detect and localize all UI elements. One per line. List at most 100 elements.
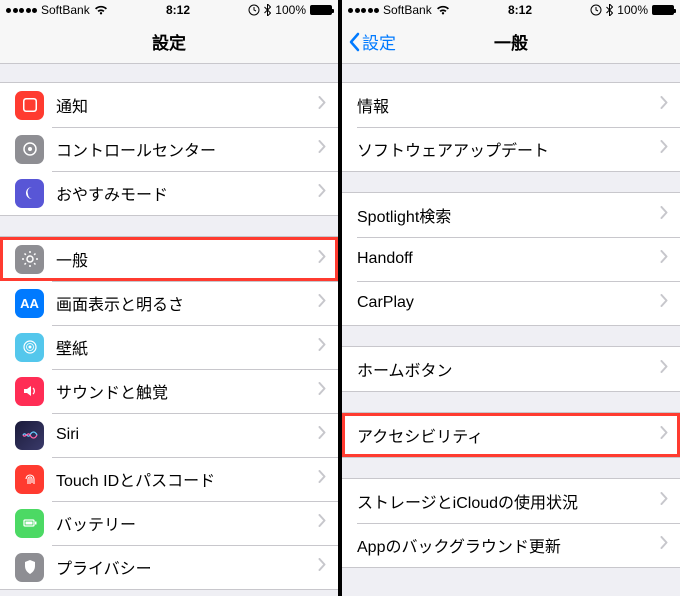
row-label: 壁紙 <box>56 335 318 359</box>
row-label: 通知 <box>56 93 318 117</box>
row-carplay[interactable]: CarPlay <box>342 281 680 325</box>
carrier-label: SoftBank <box>383 3 432 17</box>
battery-icon <box>310 5 332 15</box>
chevron-right-icon <box>318 514 326 532</box>
siri-icon <box>15 421 44 450</box>
row-label: ホームボタン <box>357 357 660 381</box>
row-background-refresh[interactable]: Appのバックグラウンド更新 <box>342 523 680 567</box>
chevron-right-icon <box>660 492 668 510</box>
row-label: サウンドと触覚 <box>56 379 318 403</box>
row-notifications[interactable]: 通知 <box>0 83 338 127</box>
chevron-right-icon <box>318 338 326 356</box>
chevron-right-icon <box>318 470 326 488</box>
row-touch-id[interactable]: Touch IDとパスコード <box>0 457 338 501</box>
row-software-update[interactable]: ソフトウェアアップデート <box>342 127 680 171</box>
carrier-label: SoftBank <box>41 3 90 17</box>
row-general[interactable]: 一般 <box>0 237 338 281</box>
clock: 8:12 <box>166 3 190 17</box>
signal-dots-icon <box>348 8 379 13</box>
row-privacy[interactable]: プライバシー <box>0 545 338 589</box>
phone-settings: SoftBank 8:12 100% 設定 通知コントロールセンターおやすみモー… <box>0 0 338 596</box>
clock: 8:12 <box>508 3 532 17</box>
battery-pct: 100% <box>275 3 306 17</box>
row-label: Handoff <box>357 250 660 268</box>
dnd-icon <box>15 179 44 208</box>
gen-icon <box>15 245 44 274</box>
row-label: Touch IDとパスコード <box>56 467 318 491</box>
wifi-icon <box>436 5 450 15</box>
bluetooth-icon <box>606 4 613 16</box>
row-label: Appのバックグラウンド更新 <box>357 533 660 557</box>
row-about[interactable]: 情報 <box>342 83 680 127</box>
row-display-brightness[interactable]: AA 画面表示と明るさ <box>0 281 338 325</box>
chevron-left-icon <box>348 32 360 52</box>
status-bar: SoftBank 8:12 100% <box>0 0 338 20</box>
row-wallpaper[interactable]: 壁紙 <box>0 325 338 369</box>
row-label: ソフトウェアアップデート <box>357 137 660 161</box>
row-do-not-disturb[interactable]: おやすみモード <box>0 171 338 215</box>
chevron-right-icon <box>660 536 668 554</box>
chevron-right-icon <box>318 426 326 444</box>
row-label: コントロールセンター <box>56 137 318 161</box>
nav-bar: 設定 一般 <box>342 20 680 64</box>
chevron-right-icon <box>660 426 668 444</box>
row-label: プライバシー <box>56 555 318 579</box>
chevron-right-icon <box>660 294 668 312</box>
batt-icon <box>15 509 44 538</box>
signal-dots-icon <box>6 8 37 13</box>
row-spotlight[interactable]: Spotlight検索 <box>342 193 680 237</box>
cc-icon <box>15 135 44 164</box>
row-label: おやすみモード <box>56 181 318 205</box>
chevron-right-icon <box>318 96 326 114</box>
row-label: バッテリー <box>56 511 318 535</box>
disp-icon: AA <box>15 289 44 318</box>
row-accessibility[interactable]: アクセシビリティ <box>342 413 680 457</box>
chevron-right-icon <box>660 140 668 158</box>
row-handoff[interactable]: Handoff <box>342 237 680 281</box>
chevron-right-icon <box>318 294 326 312</box>
bluetooth-icon <box>264 4 271 16</box>
notif-icon <box>15 91 44 120</box>
chevron-right-icon <box>318 382 326 400</box>
chevron-right-icon <box>660 96 668 114</box>
row-label: 一般 <box>56 247 318 271</box>
sound-icon <box>15 377 44 406</box>
back-button[interactable]: 設定 <box>348 29 396 54</box>
row-sounds[interactable]: サウンドと触覚 <box>0 369 338 413</box>
status-bar: SoftBank 8:12 100% <box>342 0 680 20</box>
chevron-right-icon <box>660 206 668 224</box>
row-label: 画面表示と明るさ <box>56 291 318 315</box>
wifi-icon <box>94 5 108 15</box>
chevron-right-icon <box>318 558 326 576</box>
page-title: 一般 <box>494 29 528 54</box>
chevron-right-icon <box>318 140 326 158</box>
row-label: ストレージとiCloudの使用状況 <box>357 489 660 513</box>
touch-icon <box>15 465 44 494</box>
row-label: CarPlay <box>357 294 660 312</box>
nav-bar: 設定 <box>0 20 338 64</box>
settings-list[interactable]: 通知コントロールセンターおやすみモード一般 AA 画面表示と明るさ壁紙サウンドと触覚… <box>0 64 338 596</box>
row-label: アクセシビリティ <box>357 423 660 447</box>
battery-icon <box>652 5 674 15</box>
wall-icon <box>15 333 44 362</box>
chevron-right-icon <box>660 360 668 378</box>
rotation-lock-icon <box>248 4 260 16</box>
phone-general: SoftBank 8:12 100% 設定 一般 情報ソフトウェアアップデート S… <box>342 0 680 596</box>
row-storage-icloud[interactable]: ストレージとiCloudの使用状況 <box>342 479 680 523</box>
chevron-right-icon <box>318 184 326 202</box>
chevron-right-icon <box>660 250 668 268</box>
page-title: 設定 <box>152 29 186 54</box>
row-home-button[interactable]: ホームボタン <box>342 347 680 391</box>
row-control-center[interactable]: コントロールセンター <box>0 127 338 171</box>
general-list[interactable]: 情報ソフトウェアアップデート Spotlight検索 Handoff CarPlay ホ… <box>342 64 680 596</box>
row-label: Spotlight検索 <box>357 203 660 227</box>
priv-icon <box>15 553 44 582</box>
chevron-right-icon <box>318 250 326 268</box>
back-label: 設定 <box>362 29 396 54</box>
row-battery[interactable]: バッテリー <box>0 501 338 545</box>
rotation-lock-icon <box>590 4 602 16</box>
row-siri[interactable]: Siri <box>0 413 338 457</box>
row-label: 情報 <box>357 93 660 117</box>
row-label: Siri <box>56 426 318 444</box>
battery-pct: 100% <box>617 3 648 17</box>
